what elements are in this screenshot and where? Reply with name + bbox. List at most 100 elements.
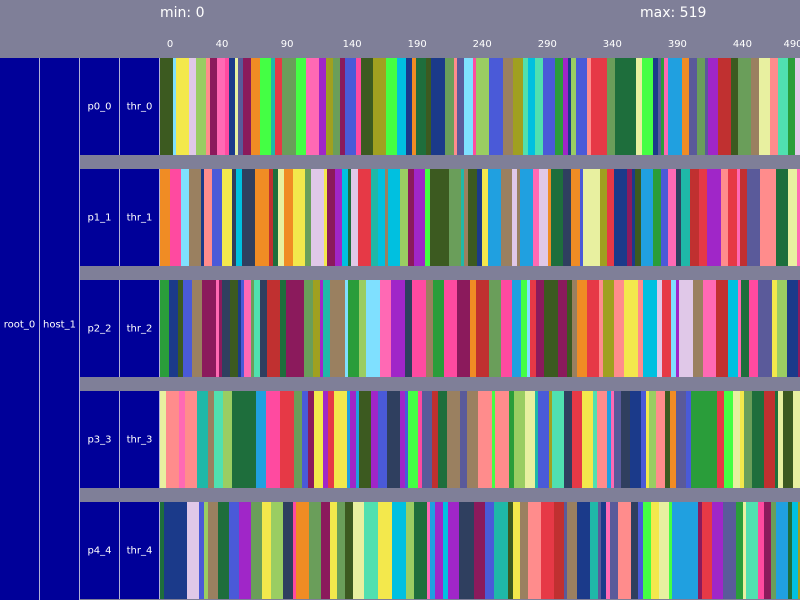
event-segment[interactable]: [520, 502, 528, 599]
event-segment[interactable]: [304, 280, 313, 377]
event-segment[interactable]: [577, 280, 587, 377]
tree-host-column[interactable]: host_1: [40, 58, 80, 600]
event-segment[interactable]: [330, 502, 337, 599]
event-segment[interactable]: [787, 280, 798, 377]
event-segment[interactable]: [414, 169, 425, 266]
event-segment[interactable]: [728, 169, 737, 266]
event-segment[interactable]: [495, 391, 509, 488]
event-segment[interactable]: [764, 502, 771, 599]
event-segment[interactable]: [212, 169, 222, 266]
event-segment[interactable]: [668, 169, 676, 266]
event-segment[interactable]: [176, 58, 189, 155]
event-segment[interactable]: [777, 280, 787, 377]
event-segment[interactable]: [178, 502, 187, 599]
event-segment[interactable]: [489, 58, 503, 155]
event-segment[interactable]: [788, 58, 795, 155]
event-segment[interactable]: [758, 280, 772, 377]
event-segment[interactable]: [196, 58, 206, 155]
event-segment[interactable]: [733, 391, 740, 488]
event-segment[interactable]: [571, 169, 580, 266]
event-segment[interactable]: [464, 502, 474, 599]
event-segment[interactable]: [388, 169, 400, 266]
event-segment[interactable]: [536, 280, 544, 377]
event-segment[interactable]: [330, 280, 341, 377]
event-segment[interactable]: [712, 502, 723, 599]
event-segment[interactable]: [533, 502, 541, 599]
event-segment[interactable]: [641, 169, 653, 266]
event-segment[interactable]: [776, 169, 788, 266]
event-segment[interactable]: [740, 169, 747, 266]
tree-root-column[interactable]: root_0: [0, 58, 40, 600]
event-segment[interactable]: [334, 391, 344, 488]
event-segment[interactable]: [275, 58, 282, 155]
event-segment[interactable]: [214, 391, 223, 488]
event-segment[interactable]: [503, 58, 513, 155]
event-segment[interactable]: [422, 391, 432, 488]
event-segment[interactable]: [280, 391, 294, 488]
event-segment[interactable]: [359, 391, 371, 488]
event-segment[interactable]: [160, 280, 169, 377]
event-segment[interactable]: [717, 391, 724, 488]
tree-process-cell[interactable]: p2_2: [80, 280, 120, 377]
event-segment[interactable]: [795, 58, 800, 155]
event-segment[interactable]: [489, 280, 501, 377]
event-segment[interactable]: [618, 502, 631, 599]
event-segment[interactable]: [572, 391, 582, 488]
event-segment[interactable]: [189, 169, 201, 266]
event-segment[interactable]: [406, 502, 414, 599]
event-segment[interactable]: [747, 169, 760, 266]
tree-thread-cell[interactable]: thr_1: [120, 169, 160, 266]
event-segment[interactable]: [643, 280, 657, 377]
event-segment[interactable]: [408, 391, 418, 488]
event-segment[interactable]: [405, 280, 412, 377]
event-segment[interactable]: [169, 280, 178, 377]
event-segment[interactable]: [746, 502, 758, 599]
event-segment[interactable]: [708, 58, 718, 155]
event-segment[interactable]: [723, 502, 736, 599]
event-segment[interactable]: [260, 280, 267, 377]
event-segment[interactable]: [614, 169, 627, 266]
event-segment[interactable]: [313, 280, 320, 377]
event-segment[interactable]: [166, 391, 179, 488]
event-segment[interactable]: [676, 391, 686, 488]
event-segment[interactable]: [520, 169, 533, 266]
event-segment[interactable]: [716, 280, 728, 377]
event-segment[interactable]: [690, 169, 699, 266]
event-segment[interactable]: [366, 280, 380, 377]
event-segment[interactable]: [631, 502, 638, 599]
timeline-row[interactable]: [160, 280, 800, 377]
event-segment[interactable]: [164, 502, 178, 599]
event-segment[interactable]: [192, 280, 202, 377]
event-segment[interactable]: [563, 169, 571, 266]
event-segment[interactable]: [449, 169, 461, 266]
event-segment[interactable]: [335, 169, 342, 266]
event-segment[interactable]: [371, 169, 378, 266]
event-segment[interactable]: [614, 391, 621, 488]
event-segment[interactable]: [476, 280, 489, 377]
event-segment[interactable]: [513, 58, 523, 155]
event-segment[interactable]: [478, 391, 492, 488]
event-segment[interactable]: [731, 58, 738, 155]
event-segment[interactable]: [397, 58, 406, 155]
event-segment[interactable]: [659, 502, 669, 599]
event-segment[interactable]: [600, 58, 607, 155]
event-segment[interactable]: [501, 169, 512, 266]
timeline-row[interactable]: [160, 58, 800, 155]
event-segment[interactable]: [284, 169, 293, 266]
event-segment[interactable]: [728, 280, 738, 377]
event-segment[interactable]: [591, 58, 600, 155]
event-segment[interactable]: [476, 58, 489, 155]
event-segment[interactable]: [721, 169, 728, 266]
event-segment[interactable]: [223, 391, 232, 488]
event-segment[interactable]: [444, 280, 457, 377]
event-segment[interactable]: [597, 391, 607, 488]
event-segment[interactable]: [513, 502, 520, 599]
event-segment[interactable]: [359, 280, 366, 377]
event-segment[interactable]: [217, 58, 225, 155]
event-segment[interactable]: [752, 391, 764, 488]
event-segment[interactable]: [160, 169, 170, 266]
event-segment[interactable]: [445, 58, 454, 155]
event-segment[interactable]: [514, 391, 525, 488]
event-segment[interactable]: [378, 169, 385, 266]
event-segment[interactable]: [282, 58, 296, 155]
